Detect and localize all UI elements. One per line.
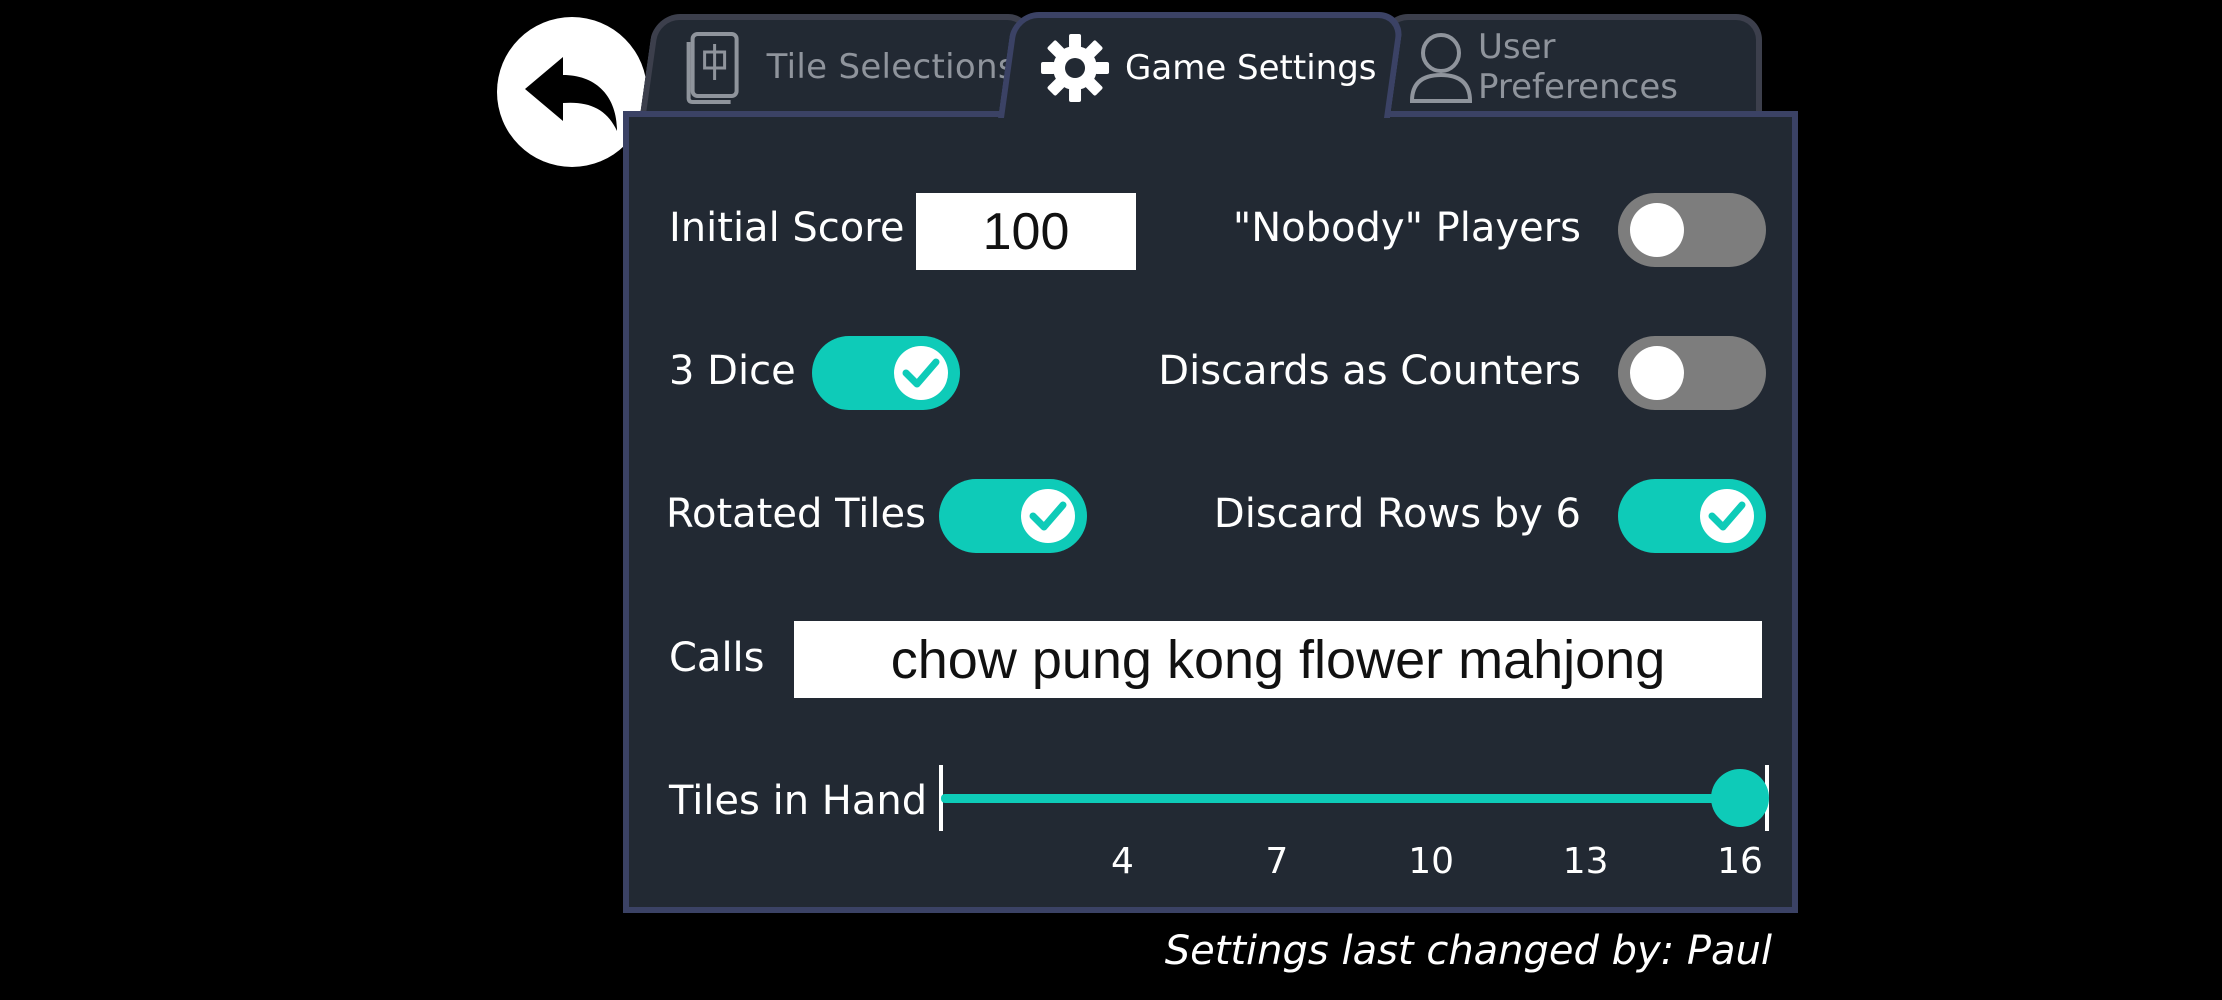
settings-screen: Tile Selections User Preferences Game Se… [0, 0, 2222, 1000]
mahjong-tile-icon [683, 30, 745, 104]
tab-user-preferences-label: User Preferences [1478, 27, 1678, 107]
calls-input[interactable]: chow pung kong flower mahjong [794, 621, 1762, 698]
slider-tick-label: 10 [1408, 841, 1455, 882]
slider-tick-label: 4 [1110, 841, 1134, 882]
toggle-knob [1630, 346, 1684, 400]
settings-last-changed-note: Settings last changed by: Paul [1164, 928, 1772, 974]
tiles-in-hand-slider[interactable] [939, 763, 1769, 833]
initial-score-input[interactable]: 100 [916, 193, 1136, 270]
checkmark-icon [902, 358, 940, 388]
discard-rows-by-6-label: Discard Rows by 6 [1213, 491, 1581, 537]
tiles-in-hand-label: Tiles in Hand [669, 778, 928, 824]
slider-track [941, 794, 1767, 803]
slider-tick-label: 16 [1717, 841, 1763, 882]
calls-label: Calls [669, 635, 765, 681]
three-dice-label: 3 Dice [669, 348, 796, 394]
gear-icon [1039, 32, 1111, 104]
discard-rows-by-6-toggle[interactable] [1618, 479, 1766, 553]
slider-thumb[interactable] [1711, 769, 1769, 827]
tab-game-settings-label: Game Settings [1125, 48, 1377, 88]
nobody-players-label: "Nobody" Players [1232, 205, 1581, 251]
rotated-tiles-toggle[interactable] [939, 479, 1087, 553]
slider-tick-label: 7 [1265, 841, 1289, 882]
checkmark-icon [1708, 501, 1746, 531]
toggle-knob [1630, 203, 1684, 257]
tab-user-preferences[interactable]: User Preferences [1382, 14, 1762, 114]
rotated-tiles-label: Rotated Tiles [666, 491, 926, 537]
back-arrow-icon [525, 57, 617, 131]
game-settings-panel: Initial Score 100 "Nobody" Players 3 Dic… [623, 111, 1798, 913]
three-dice-toggle[interactable] [812, 336, 960, 410]
discards-as-counters-toggle[interactable] [1618, 336, 1766, 410]
tab-game-settings[interactable]: Game Settings [998, 12, 1405, 118]
slider-tick-label: 13 [1562, 841, 1609, 882]
toggle-knob [894, 346, 948, 400]
nobody-players-toggle[interactable] [1618, 193, 1766, 267]
toggle-knob [1021, 489, 1075, 543]
initial-score-label: Initial Score [669, 205, 905, 251]
discards-as-counters-label: Discards as Counters [1158, 348, 1581, 394]
toggle-knob [1700, 489, 1754, 543]
tab-tile-selections[interactable]: Tile Selections [640, 14, 1035, 114]
checkmark-icon [1029, 501, 1067, 531]
tab-tile-selections-label: Tile Selections [766, 47, 1016, 87]
user-icon [1406, 29, 1476, 105]
